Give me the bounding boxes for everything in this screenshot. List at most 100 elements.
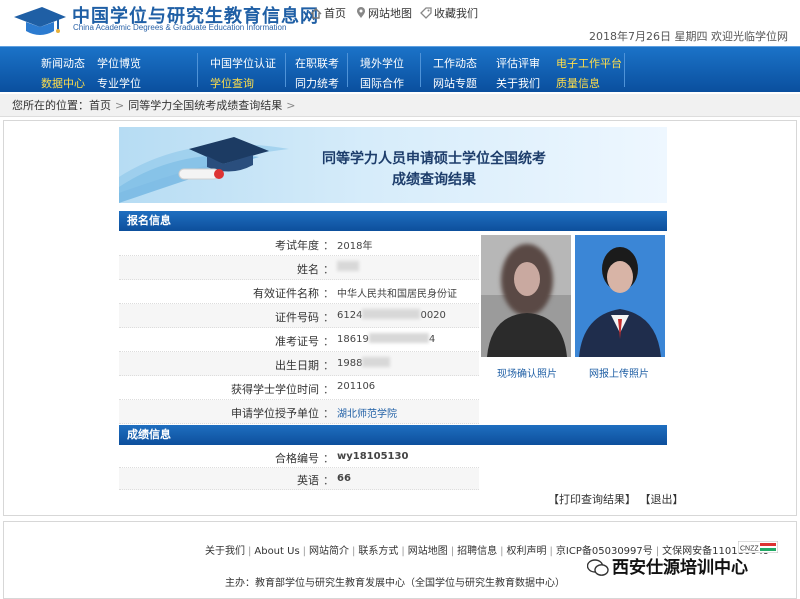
watermark-text: 西安仕源培训中心	[586, 553, 748, 578]
registration-row-value: 6124 0020	[337, 309, 446, 321]
site-header: 中国学位与研究生教育信息网 China Academic Degrees & G…	[0, 0, 800, 46]
tag-icon	[420, 7, 432, 19]
score-row-label: 合格编号	[275, 452, 319, 465]
person-photo-icon	[481, 235, 571, 357]
nav-item-6-bottom[interactable]: 关于我们	[496, 75, 540, 91]
nav-item-5-bottom[interactable]: 网站专题	[433, 75, 477, 91]
nav-item-7-top[interactable]: 电子工作平台	[556, 55, 622, 71]
value-start: 18619	[337, 334, 369, 345]
nav-item-4-top[interactable]: 境外学位	[360, 55, 404, 71]
value-start: 1988	[337, 358, 363, 369]
registration-row-label: 准考证号	[275, 335, 319, 348]
location-pin-icon	[357, 7, 365, 18]
online-photo-caption[interactable]: 网报上传照片	[589, 365, 649, 380]
breadcrumb-separator-icon: >	[115, 99, 125, 112]
result-banner: 同等学力人员申请硕士学位全国统考 成绩查询结果	[119, 127, 667, 203]
redacted-mark	[337, 261, 359, 271]
label-colon: ：	[323, 383, 334, 396]
registration-row-label: 获得学士学位时间	[231, 383, 319, 396]
registration-row: 考试年度 ： 2018年	[119, 232, 479, 256]
value-end: 4	[428, 334, 436, 345]
nav-divider	[285, 53, 286, 87]
online-photo[interactable]	[575, 235, 665, 357]
wechat-icon	[586, 559, 609, 576]
person-photo-icon	[575, 235, 665, 357]
score-row: 英语 ： 66	[119, 468, 479, 490]
footer-link[interactable]: 联系方式	[358, 546, 398, 557]
breadcrumb-current[interactable]: 同等学力全国统考成绩查询结果	[128, 99, 282, 112]
nav-item-1-bottom[interactable]: 专业学位	[97, 75, 141, 91]
footer-link[interactable]: 网站简介	[309, 546, 349, 557]
footer-separator: |	[302, 546, 307, 557]
nav-item-0-bottom[interactable]: 数据中心	[41, 75, 85, 91]
nav-item-1-top[interactable]: 学位博览	[97, 55, 141, 71]
footer-link[interactable]: 招聘信息	[457, 546, 497, 557]
sitemap-link[interactable]: 网站地图	[356, 5, 412, 21]
label-colon: ：	[323, 311, 334, 324]
registration-row-value: 1988	[337, 357, 391, 369]
home-link-label: 首页	[324, 7, 346, 20]
footer-link[interactable]: 关于我们	[205, 546, 245, 557]
label-colon: ：	[323, 239, 334, 252]
footer-link[interactable]: About Us	[254, 546, 299, 557]
home-icon	[310, 8, 322, 19]
label-colon: ：	[323, 335, 334, 348]
nav-divider	[420, 53, 421, 87]
value-start: 6124	[337, 310, 363, 321]
nav-item-3-top[interactable]: 在职联考	[295, 55, 339, 71]
footer-link[interactable]: 权利声明	[507, 546, 547, 557]
registration-section-header: 报名信息	[119, 211, 667, 231]
nav-item-7-bottom[interactable]: 质量信息	[556, 75, 600, 91]
nav-item-2-bottom[interactable]: 学位查询	[210, 75, 254, 91]
home-link[interactable]: 首页	[310, 5, 346, 21]
watermark-label: 西安仕源培训中心	[612, 558, 748, 578]
nav-divider	[197, 53, 198, 87]
value-text: 201106	[337, 381, 376, 392]
graduation-cap-logo-icon[interactable]	[12, 3, 68, 41]
actions-bar: 【打印查询结果】 【退出】	[548, 491, 684, 507]
cnzz-badge-icon[interactable]: CNZZ	[738, 541, 778, 553]
value-end: 0020	[420, 310, 446, 321]
score-row: 合格编号 ： wy18105130	[119, 446, 479, 468]
registration-row-label: 出生日期	[275, 359, 319, 372]
score-row-value: wy18105130	[337, 451, 409, 462]
onsite-photo-caption[interactable]: 现场确认照片	[497, 365, 557, 380]
value-text: 湖北师范学院	[337, 409, 397, 420]
value-text: 2018年	[337, 241, 373, 252]
nav-item-6-top[interactable]: 评估评审	[496, 55, 540, 71]
registration-row-value: 中华人民共和国居民身份证	[337, 285, 457, 300]
nav-divider	[624, 53, 625, 87]
registration-row-label: 证件号码	[275, 311, 319, 324]
footer-link[interactable]: 网站地图	[408, 546, 448, 557]
registration-row-value[interactable]: 湖北师范学院	[337, 405, 397, 420]
breadcrumb: 您所在的位置：首页 > 同等学力全国统考成绩查询结果 >	[0, 94, 800, 117]
registration-row-value: 18619 4	[337, 333, 435, 345]
nav-divider	[347, 53, 348, 87]
registration-row: 证件号码 ： 6124 0020	[119, 304, 479, 328]
redacted-mark	[368, 333, 429, 343]
value-text: 中华人民共和国居民身份证	[337, 289, 457, 300]
favorite-link[interactable]: 收藏我们	[420, 5, 478, 21]
site-subtitle: China Academic Degrees & Graduate Educat…	[73, 23, 287, 32]
exit-button[interactable]: 【退出】	[640, 493, 684, 506]
breadcrumb-home-link[interactable]: 首页	[89, 99, 111, 112]
nav-item-2-top[interactable]: 中国学位认证	[210, 55, 276, 71]
onsite-photo[interactable]	[481, 235, 571, 357]
footer-separator: |	[500, 546, 504, 557]
breadcrumb-separator-icon: >	[286, 99, 296, 112]
nav-item-4-bottom[interactable]: 国际合作	[360, 75, 404, 91]
footer-separator: |	[450, 546, 455, 557]
nav-item-0-top[interactable]: 新闻动态	[41, 55, 85, 71]
footer-separator: |	[401, 546, 405, 557]
label-colon: ：	[323, 474, 334, 487]
registration-row-label: 考试年度	[275, 239, 319, 252]
label-colon: ：	[323, 452, 334, 465]
nav-item-3-bottom[interactable]: 同力统考	[295, 75, 339, 91]
print-results-button[interactable]: 【打印查询结果】	[548, 493, 636, 506]
sitemap-link-label: 网站地图	[368, 7, 412, 20]
registration-row: 姓名 ：	[119, 256, 479, 280]
breadcrumb-prefix: 您所在的位置：	[12, 99, 89, 112]
redacted-mark	[362, 357, 391, 367]
registration-row-value: 2018年	[337, 237, 372, 252]
nav-item-5-top[interactable]: 工作动态	[433, 55, 477, 71]
